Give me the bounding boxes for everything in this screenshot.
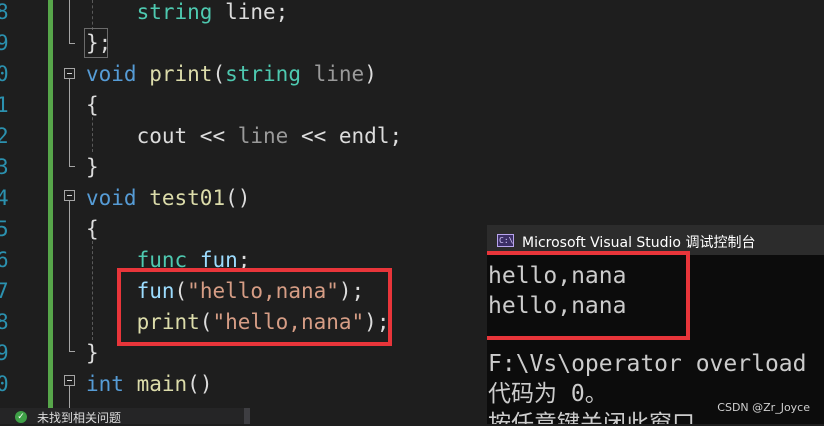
issues-status-text[interactable]: 未找到相关问题 <box>37 409 121 426</box>
line-number: 2 <box>0 124 9 148</box>
code-highlight-box <box>117 268 392 346</box>
code-token: () <box>187 372 213 396</box>
code-token: line <box>313 62 365 86</box>
line-number: 9 <box>0 31 9 55</box>
code-token: string <box>225 62 301 86</box>
line-number: 6 <box>0 248 9 272</box>
status-scroll-separator <box>244 408 250 424</box>
console-app-icon: C:\ <box>497 234 514 247</box>
code-token: cout <box>136 124 188 148</box>
line-number: 7 <box>0 279 9 303</box>
console-path-line: F:\Vs\operator overload <box>488 351 807 377</box>
code-token: { <box>86 217 99 241</box>
code-token: ) <box>364 62 377 86</box>
fold-guide-line <box>69 201 70 351</box>
code-line[interactable]: } <box>86 338 99 369</box>
line-number: 4 <box>0 186 9 210</box>
debug-console-window[interactable]: C:\ Microsoft Visual Studio 调试控制台 hello,… <box>487 225 824 424</box>
status-bar: ✓ 未找到相关问题 <box>0 408 250 426</box>
code-line[interactable]: void print(string line) <box>86 59 377 90</box>
code-token: << <box>288 124 339 148</box>
line-number: 0 <box>0 372 9 396</box>
code-token: print <box>149 62 213 86</box>
change-tracking-bar <box>48 0 53 408</box>
code-line[interactable]: int main() <box>86 369 212 400</box>
code-token: ; <box>389 124 403 148</box>
code-token: << <box>187 124 238 148</box>
code-token: line; <box>212 0 289 24</box>
code-token: line <box>237 124 289 148</box>
code-token: test01 <box>149 186 226 210</box>
line-number: 0 <box>0 62 9 86</box>
code-token: endl <box>338 124 390 148</box>
code-line[interactable]: } <box>86 152 99 183</box>
fold-collapse-icon[interactable] <box>64 68 75 79</box>
code-token: } <box>86 341 99 365</box>
line-number: 9 <box>0 341 9 365</box>
check-icon[interactable]: ✓ <box>15 411 27 423</box>
line-number: 8 <box>0 310 9 334</box>
code-token: }; <box>86 31 112 55</box>
line-number: 5 <box>0 217 9 241</box>
line-number: 1 <box>0 93 9 117</box>
fold-guide-line <box>69 0 70 43</box>
code-token: { <box>86 93 99 117</box>
fold-end-tick <box>69 351 75 352</box>
csdn-watermark: CSDN @Zr_Joyce <box>717 401 810 414</box>
code-line[interactable]: { <box>86 90 99 121</box>
console-title: Microsoft Visual Studio 调试控制台 <box>522 235 756 251</box>
code-token: () <box>225 186 251 210</box>
code-token: ( <box>212 62 226 86</box>
code-line[interactable]: cout << line << endl; <box>86 121 403 152</box>
code-token: int <box>86 372 124 396</box>
line-number: 3 <box>0 155 9 179</box>
line-number: 8 <box>0 0 9 24</box>
code-line[interactable]: }; <box>86 28 111 59</box>
fold-collapse-icon[interactable] <box>64 190 75 201</box>
code-token: string <box>136 0 213 24</box>
fold-end-tick <box>69 166 75 167</box>
code-line[interactable]: void test01() <box>86 183 250 214</box>
line-number-gutter: 8 9 0 1 2 3 4 5 6 7 8 9 0 <box>0 0 14 424</box>
fold-collapse-icon[interactable] <box>64 375 75 386</box>
code-token: void <box>86 186 137 210</box>
code-token: main <box>136 372 188 396</box>
fold-guide-line <box>69 386 70 408</box>
output-highlight-box <box>487 251 690 340</box>
fold-end-tick <box>69 43 75 44</box>
code-token: } <box>86 155 99 179</box>
code-token: void <box>86 62 137 86</box>
code-line[interactable]: { <box>86 214 99 245</box>
code-line[interactable]: string line; <box>86 0 289 28</box>
fold-guide-line <box>69 79 70 166</box>
